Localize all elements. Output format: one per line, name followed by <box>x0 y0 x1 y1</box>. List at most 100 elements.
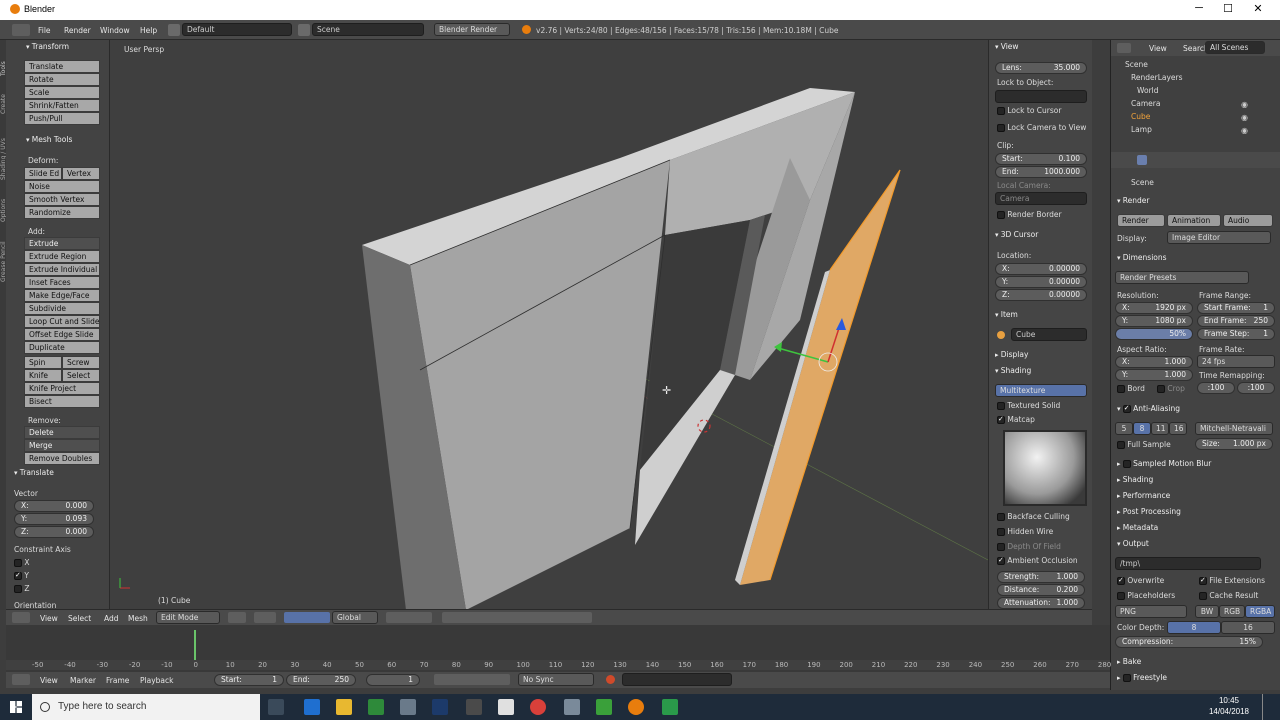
local-camera-field[interactable]: Camera <box>995 192 1087 205</box>
ao-attenuation-field[interactable]: Attenuation: 1.000 <box>997 597 1085 609</box>
outliner-world[interactable]: World <box>1137 86 1159 95</box>
outliner-view-menu[interactable]: View <box>1149 44 1167 53</box>
playback-controls-icon[interactable] <box>434 674 510 685</box>
display-select[interactable]: Image Editor <box>1167 231 1271 244</box>
store-icon[interactable] <box>368 699 384 715</box>
camtasia-icon[interactable] <box>596 699 612 715</box>
cache-result[interactable]: Cache Result <box>1199 591 1258 600</box>
hidden-wire[interactable]: Hidden Wire <box>997 527 1053 536</box>
screen-layout-icon[interactable] <box>168 24 180 36</box>
file-extensions[interactable]: File Extensions <box>1199 576 1265 585</box>
anti-aliasing-header[interactable]: Anti-Aliasing <box>1117 404 1180 413</box>
clip-end-field[interactable]: End: 1000.000 <box>995 166 1087 178</box>
rotate-button[interactable]: Rotate <box>24 73 100 86</box>
lock-object-field[interactable] <box>995 90 1087 103</box>
ao-strength-field[interactable]: Strength: 1.000 <box>997 571 1085 583</box>
extrude-dropdown[interactable]: Extrude <box>24 237 100 250</box>
knife-button[interactable]: Knife <box>24 369 62 382</box>
file-explorer-icon[interactable] <box>336 699 352 715</box>
color-rgb-button[interactable]: RGB <box>1219 605 1245 618</box>
remove-doubles-button[interactable]: Remove Doubles <box>24 452 100 465</box>
viewport-mesh-menu[interactable]: Mesh <box>128 614 148 623</box>
spin-button[interactable]: Spin <box>24 356 62 369</box>
color-rgba-button[interactable]: RGBA <box>1245 605 1275 618</box>
animation-button[interactable]: Animation <box>1167 214 1221 227</box>
timeline-start-field[interactable]: Start: 1 <box>214 674 284 686</box>
res-percent-slider[interactable]: 50% <box>1115 328 1193 340</box>
lock-camera-checkbox[interactable] <box>997 124 1005 132</box>
constraint-z-checkbox[interactable] <box>14 585 22 593</box>
cube-visibility-eye-icon[interactable]: ◉ <box>1241 113 1248 122</box>
cache-result-checkbox[interactable] <box>1199 592 1207 600</box>
constraint-y[interactable]: Y <box>14 571 29 580</box>
render-presets-select[interactable]: Render Presets <box>1115 271 1249 284</box>
backface-checkbox[interactable] <box>997 513 1005 521</box>
blender-taskbar-icon[interactable] <box>628 699 644 715</box>
freestyle-header[interactable]: Freestyle <box>1117 673 1167 682</box>
screw-button[interactable]: Screw <box>62 356 100 369</box>
constraint-x[interactable]: X <box>14 558 30 567</box>
current-frame-line[interactable] <box>194 630 196 660</box>
menu-file[interactable]: File <box>38 26 51 35</box>
translate-button[interactable]: Translate <box>24 60 100 73</box>
photoshop-icon[interactable] <box>432 699 448 715</box>
color-depth-8[interactable]: 8 <box>1167 621 1221 634</box>
mesh-tools-header[interactable]: Mesh Tools <box>26 135 73 144</box>
audio-button[interactable]: Audio <box>1223 214 1273 227</box>
mesh-canvas[interactable]: ✛ <box>110 40 988 610</box>
aa-samples-5[interactable]: 5 <box>1115 422 1133 435</box>
3d-viewport[interactable]: User Persp ✛ (1) Cube <box>110 40 988 610</box>
overwrite[interactable]: Overwrite <box>1117 576 1164 585</box>
extrude-region-button[interactable]: Extrude Region <box>24 250 100 263</box>
constraint-y-checkbox[interactable] <box>14 572 22 580</box>
chrome-icon[interactable] <box>530 699 546 715</box>
clock-time[interactable]: 10:45 <box>1206 696 1252 705</box>
render-button[interactable]: Render <box>1117 214 1165 227</box>
aspect-x-field[interactable]: X: 1.000 <box>1115 356 1193 368</box>
app-icon-3[interactable] <box>662 699 678 715</box>
output-path-field[interactable]: /tmp\ <box>1115 557 1261 570</box>
item-header[interactable]: Item <box>995 310 1018 319</box>
border-toggle[interactable]: Bord <box>1117 384 1145 393</box>
camera-visibility-eye-icon[interactable]: ◉ <box>1241 100 1248 109</box>
3d-cursor-header[interactable]: 3D Cursor <box>995 230 1039 239</box>
translate-operator-header[interactable]: Translate <box>14 468 54 477</box>
lock-to-cursor[interactable]: Lock to Cursor <box>997 106 1061 115</box>
border-checkbox[interactable] <box>1117 385 1125 393</box>
mail-icon[interactable] <box>498 699 514 715</box>
hidden-wire-checkbox[interactable] <box>997 528 1005 536</box>
extrude-individual-button[interactable]: Extrude Individual <box>24 263 100 276</box>
post-processing-header[interactable]: Post Processing <box>1117 507 1181 516</box>
overwrite-checkbox[interactable] <box>1117 577 1125 585</box>
outliner-display-mode[interactable]: All Scenes <box>1205 41 1265 54</box>
anti-aliasing-checkbox[interactable] <box>1122 405 1131 413</box>
timeline-editor-icon[interactable] <box>12 674 30 685</box>
full-sample[interactable]: Full Sample <box>1117 440 1171 449</box>
menu-render[interactable]: Render <box>64 26 91 35</box>
timeline-marker-menu[interactable]: Marker <box>70 676 96 685</box>
lock-camera-view[interactable]: Lock Camera to View <box>997 123 1086 132</box>
timeline-frame-menu[interactable]: Frame <box>106 676 129 685</box>
viewport-add-menu[interactable]: Add <box>104 614 119 623</box>
knife-project-button[interactable]: Knife Project <box>24 382 100 395</box>
pivot-point-icon[interactable] <box>254 612 276 623</box>
clock-date[interactable]: 14/04/2018 <box>1202 707 1256 716</box>
transform-orientation-select[interactable]: Global <box>332 611 378 624</box>
delete-dropdown[interactable]: Delete <box>24 426 100 439</box>
shrink-fatten-button[interactable]: Shrink/Fatten <box>24 99 100 112</box>
file-format-select[interactable]: PNG <box>1115 605 1187 618</box>
start-button-icon[interactable] <box>10 701 22 713</box>
record-icon[interactable] <box>606 675 615 684</box>
task-view-icon[interactable] <box>268 699 284 715</box>
dimensions-header[interactable]: Dimensions <box>1117 253 1167 262</box>
backface-culling[interactable]: Backface Culling <box>997 512 1070 521</box>
aspect-y-field[interactable]: Y: 1.000 <box>1115 369 1193 381</box>
start-frame-field[interactable]: Start Frame: 1 <box>1197 302 1275 314</box>
bake-header[interactable]: Bake <box>1117 657 1141 666</box>
motion-blur-checkbox[interactable] <box>1122 460 1131 468</box>
offset-edge-slide-button[interactable]: Offset Edge Slide <box>24 328 100 341</box>
subdivide-button[interactable]: Subdivide <box>24 302 100 315</box>
viewport-select-menu[interactable]: Select <box>68 614 91 623</box>
end-frame-field[interactable]: End Frame: 250 <box>1197 315 1275 327</box>
noise-button[interactable]: Noise <box>24 180 100 193</box>
